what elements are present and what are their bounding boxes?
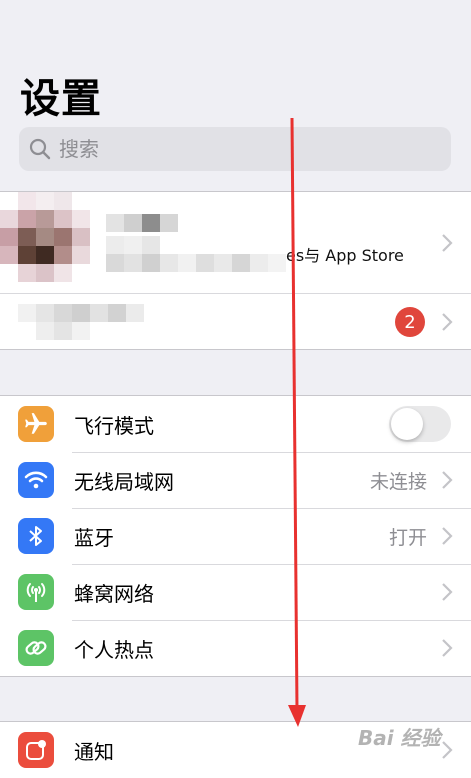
chevron-right-icon	[442, 741, 453, 759]
wifi-icon	[18, 462, 54, 498]
hotspot-label: 个人热点	[74, 637, 154, 662]
account-subtitle-blurred	[106, 236, 286, 272]
cellular-label: 蜂窝网络	[74, 581, 154, 606]
search-input[interactable]	[57, 136, 421, 162]
account-alert-text-blurred	[18, 304, 148, 340]
chevron-right-icon	[442, 639, 453, 657]
wifi-row[interactable]: 无线局域网 未连接	[0, 452, 471, 508]
search-bar[interactable]	[19, 127, 451, 171]
wifi-label: 无线局域网	[74, 469, 174, 494]
account-name-blurred	[106, 214, 186, 234]
bluetooth-icon	[18, 518, 54, 554]
hotspot-link-icon	[18, 630, 54, 666]
apple-id-row[interactable]: es与 App Store	[0, 192, 471, 293]
chevron-right-icon	[442, 583, 453, 601]
account-subtitle: es与 App Store	[286, 246, 404, 265]
avatar	[0, 192, 100, 292]
bluetooth-row[interactable]: 蓝牙 打开	[0, 508, 471, 564]
account-group: es与 App Store 2	[0, 191, 471, 350]
chevron-right-icon	[442, 527, 453, 545]
wifi-status: 未连接	[369, 470, 427, 493]
airplane-mode-toggle[interactable]	[389, 406, 451, 442]
chevron-right-icon	[442, 313, 453, 331]
account-alert-row[interactable]: 2	[0, 293, 471, 350]
chevron-right-icon	[442, 471, 453, 489]
bluetooth-label: 蓝牙	[74, 525, 114, 550]
alert-count-badge: 2	[395, 307, 425, 337]
antenna-icon	[18, 574, 54, 610]
notification-icon	[18, 732, 54, 768]
bluetooth-status: 打开	[388, 526, 427, 549]
page-title: 设置	[20, 76, 102, 122]
airplane-mode-label: 飞行模式	[74, 413, 154, 438]
watermark-logo: Bai 经验	[358, 726, 441, 750]
airplane-icon	[18, 406, 54, 442]
hotspot-row[interactable]: 个人热点	[0, 620, 471, 676]
connectivity-group: 飞行模式 无线局域网 未连接 蓝牙 打开 蜂窝网络 个人热点	[0, 395, 471, 677]
search-icon	[29, 138, 51, 160]
airplane-mode-row[interactable]: 飞行模式	[0, 396, 471, 452]
cellular-row[interactable]: 蜂窝网络	[0, 564, 471, 620]
chevron-right-icon	[442, 234, 453, 252]
